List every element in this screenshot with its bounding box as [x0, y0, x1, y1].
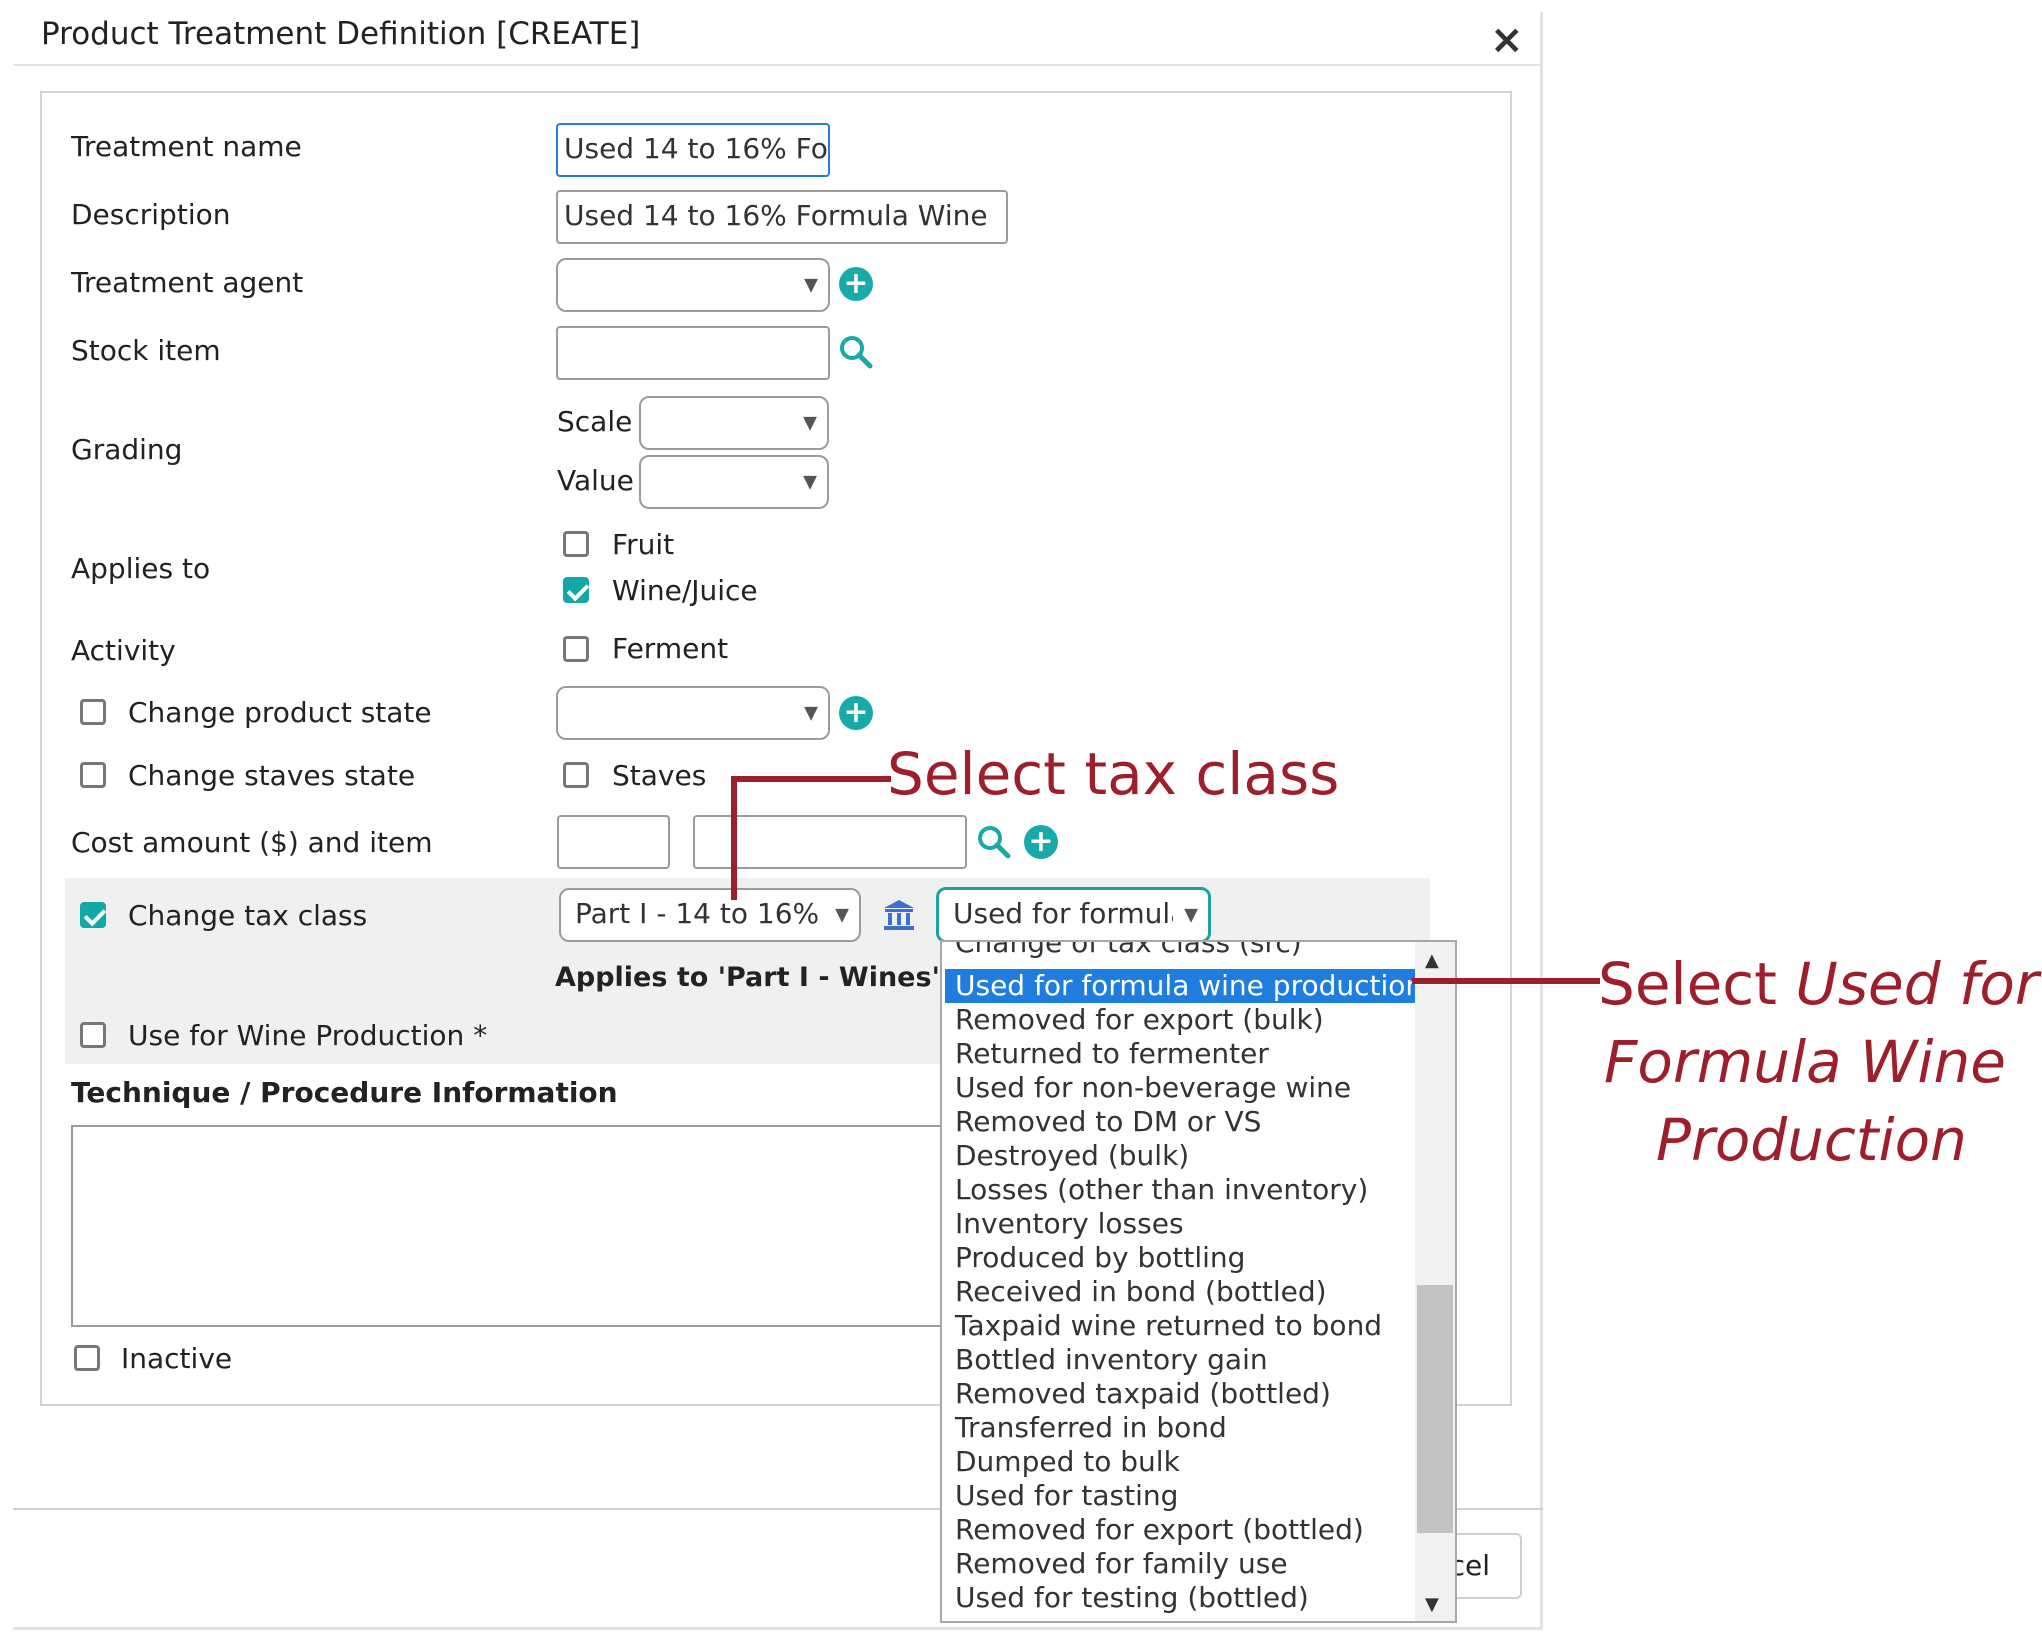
- annotation-line-used-for: [1412, 978, 1600, 984]
- dropdown-option[interactable]: Removed for export (bulk): [955, 1003, 1324, 1037]
- change-staves-state-label: Change staves state: [128, 759, 416, 792]
- tax-usage-select[interactable]: Used for formula ▼: [936, 887, 1211, 943]
- grading-value-select[interactable]: ▼: [639, 455, 829, 509]
- tax-usage-dropdown-list[interactable]: Change of tax class (src) Used for formu…: [940, 940, 1457, 1623]
- ferment-label: Ferment: [612, 632, 729, 665]
- staves-checkbox[interactable]: [563, 762, 589, 788]
- dropdown-option-selected[interactable]: Used for formula wine production: [945, 969, 1423, 1003]
- treatment-name-input[interactable]: Used 14 to 16% Form: [556, 123, 830, 177]
- treatment-agent-select[interactable]: ▼: [556, 258, 830, 312]
- annotation-line-tax-class-v: [731, 776, 737, 900]
- change-tax-class-label: Change tax class: [128, 899, 368, 932]
- tax-usage-value: Used for formula: [953, 897, 1173, 930]
- use-for-wine-production-checkbox[interactable]: [80, 1022, 106, 1048]
- scroll-down-icon[interactable]: ▼: [1425, 1594, 1439, 1615]
- wine-juice-label: Wine/Juice: [612, 574, 758, 607]
- dropdown-option[interactable]: Change of tax class (src): [955, 942, 1302, 960]
- annotation-select-used-for-line2: Formula Wine: [1604, 1028, 2006, 1096]
- scroll-up-icon[interactable]: ▲: [1425, 950, 1439, 971]
- tax-class-applies-note: Applies to 'Part I - Wines' of: [555, 962, 980, 993]
- dropdown-arrow-icon: ▼: [804, 274, 818, 296]
- add-product-state-icon[interactable]: +: [839, 696, 873, 730]
- scale-label: Scale: [557, 405, 633, 438]
- title-divider: [13, 64, 1543, 66]
- product-state-select[interactable]: ▼: [556, 686, 830, 740]
- dropdown-arrow-icon: ▼: [835, 904, 849, 926]
- stock-item-search-icon[interactable]: [838, 334, 874, 370]
- dropdown-option[interactable]: Used for non-beverage wine: [955, 1071, 1351, 1105]
- dropdown-arrow-icon: ▼: [804, 702, 818, 724]
- dropdown-arrow-icon: ▼: [803, 412, 817, 434]
- stock-item-input[interactable]: [556, 326, 830, 380]
- value-label: Value: [557, 464, 634, 497]
- dropdown-option[interactable]: Removed taxpaid (bottled): [955, 1377, 1331, 1411]
- dropdown-option[interactable]: Produced by bottling: [955, 1241, 1245, 1275]
- dropdown-option[interactable]: Used for tasting: [955, 1479, 1178, 1513]
- annotation-text-italic: Used for: [1795, 950, 2039, 1018]
- dropdown-option[interactable]: Removed for export (bottled): [955, 1513, 1364, 1547]
- annotation-text: Select: [1598, 950, 1796, 1018]
- grading-label: Grading: [71, 433, 183, 466]
- wine-juice-checkbox[interactable]: [563, 577, 589, 603]
- annotation-line-tax-class-h: [731, 776, 891, 782]
- tax-class-value: Part I - 14 to 16%: [575, 897, 820, 930]
- fruit-label: Fruit: [612, 528, 675, 561]
- cost-label: Cost amount ($) and item: [71, 826, 433, 859]
- dropdown-arrow-icon: ▼: [1184, 904, 1198, 926]
- dropdown-option[interactable]: Removed for family use: [955, 1547, 1288, 1581]
- bank-icon[interactable]: [882, 898, 916, 932]
- dropdown-option[interactable]: Dumped to bulk: [955, 1445, 1180, 1479]
- stock-item-label: Stock item: [71, 334, 221, 367]
- fruit-checkbox[interactable]: [563, 531, 589, 557]
- tax-class-select[interactable]: Part I - 14 to 16% ▼: [559, 888, 861, 942]
- dropdown-arrow-icon: ▼: [803, 471, 817, 493]
- dropdown-option[interactable]: Removed to DM or VS: [955, 1105, 1261, 1139]
- dropdown-option[interactable]: Returned to fermenter: [955, 1037, 1269, 1071]
- close-icon[interactable]: ×: [1490, 20, 1524, 60]
- technique-heading: Technique / Procedure Information: [71, 1076, 618, 1109]
- dropdown-option[interactable]: Transferred in bond: [955, 1411, 1227, 1445]
- change-tax-class-checkbox[interactable]: [80, 902, 106, 928]
- change-product-state-checkbox[interactable]: [80, 699, 106, 725]
- scale-select[interactable]: ▼: [639, 396, 829, 450]
- treatment-name-label: Treatment name: [71, 130, 302, 163]
- dropdown-option[interactable]: Inventory losses: [955, 1207, 1184, 1241]
- cost-amount-input[interactable]: [557, 815, 670, 869]
- inactive-label: Inactive: [121, 1342, 233, 1375]
- dropdown-option[interactable]: Destroyed (bulk): [955, 1139, 1189, 1173]
- description-input[interactable]: Used 14 to 16% Formula Wine: [556, 190, 1008, 244]
- use-for-wine-production-label: Use for Wine Production *: [128, 1019, 488, 1052]
- dialog-title: Product Treatment Definition [CREATE]: [41, 16, 641, 52]
- dropdown-option[interactable]: Used for testing (bottled): [955, 1581, 1309, 1615]
- annotation-select-used-for-line3: Production: [1656, 1106, 1967, 1174]
- change-product-state-label: Change product state: [128, 696, 432, 729]
- dropdown-option[interactable]: Losses (other than inventory): [955, 1173, 1368, 1207]
- staves-label: Staves: [612, 759, 707, 792]
- treatment-agent-label: Treatment agent: [71, 266, 304, 299]
- description-label: Description: [71, 198, 231, 231]
- activity-label: Activity: [71, 634, 176, 667]
- add-treatment-agent-icon[interactable]: +: [839, 267, 873, 301]
- annotation-select-used-for-line1: Select Used for: [1598, 950, 2039, 1018]
- add-cost-item-icon[interactable]: +: [1024, 825, 1058, 859]
- annotation-select-tax-class: Select tax class: [887, 740, 1340, 808]
- dropdown-option[interactable]: Taxpaid wine returned to bond: [955, 1309, 1382, 1343]
- dropdown-scrollbar-thumb[interactable]: [1417, 1285, 1453, 1533]
- ferment-checkbox[interactable]: [563, 636, 589, 662]
- cost-item-search-icon[interactable]: [976, 824, 1012, 860]
- dropdown-option[interactable]: Received in bond (bottled): [955, 1275, 1327, 1309]
- change-staves-state-checkbox[interactable]: [80, 762, 106, 788]
- inactive-checkbox[interactable]: [74, 1345, 100, 1371]
- dropdown-option[interactable]: Bottled inventory gain: [955, 1343, 1268, 1377]
- applies-to-label: Applies to: [71, 552, 211, 585]
